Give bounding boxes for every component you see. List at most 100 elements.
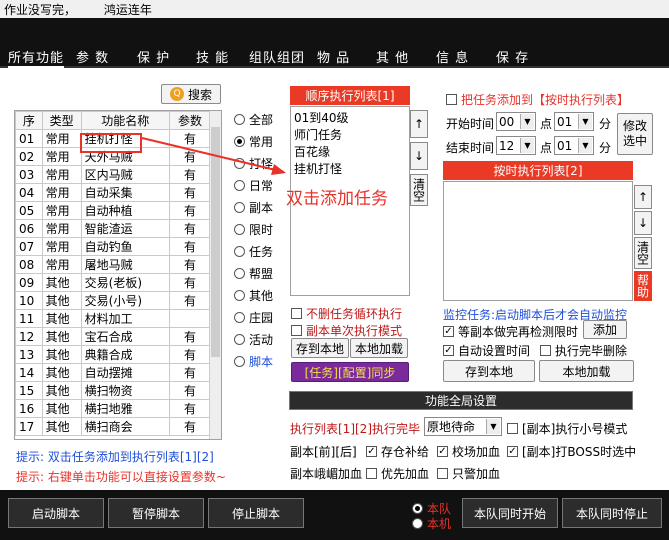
category-radio-5[interactable]: 限时 — [234, 221, 273, 238]
category-radio-9[interactable]: 庄园 — [234, 309, 273, 326]
row-param: 有 — [168, 273, 212, 292]
table-row[interactable]: 13 其他 典籍合成有 — [15, 345, 212, 364]
tab-params[interactable]: 参 数 — [76, 47, 109, 66]
seq-save-local-button[interactable]: 存到本地 — [291, 338, 349, 358]
pause-script-button[interactable]: 暂停脚本 — [108, 498, 204, 528]
table-row[interactable]: 15 其他 横扫物资有 — [15, 381, 212, 400]
list-item[interactable]: 师门任务 — [294, 127, 406, 144]
table-row[interactable]: 06 常用 智能渣运有 — [15, 219, 212, 238]
row-type: 常用 — [41, 183, 82, 202]
radio-label: 任务 — [249, 245, 274, 259]
tab-skills[interactable]: 技 能 — [196, 47, 229, 66]
school-heal-checkbox[interactable]: ✓ 校场加血 — [437, 443, 500, 460]
row-index: 11 — [15, 309, 43, 328]
row-param: 有 — [168, 381, 212, 400]
move-down-button[interactable]: ↓ — [410, 142, 428, 170]
end-point-label: 点 — [540, 141, 553, 155]
category-radio-7[interactable]: 帮盟 — [234, 265, 273, 282]
search-button[interactable]: Q 搜索 — [161, 84, 221, 104]
category-radio-11[interactable]: 脚本 — [234, 353, 273, 370]
row-index: 10 — [15, 291, 43, 310]
row-param — [168, 309, 212, 328]
table-row[interactable]: 14 其他 自动摆摊有 — [15, 363, 212, 382]
monitor-save-local-button[interactable]: 存到本地 — [443, 360, 535, 382]
sequence-list-title: 顺序执行列表[1] — [290, 86, 410, 105]
tab-save[interactable]: 保 存 — [496, 47, 529, 66]
row-type: 其他 — [41, 363, 82, 382]
timed-move-up-button[interactable]: ↑ — [634, 185, 652, 209]
end-hour-select[interactable]: 12 ▼ — [496, 136, 536, 155]
table-row[interactable]: 07 常用 自动钓鱼有 — [15, 237, 212, 256]
loop-checkbox[interactable]: 不删任务循环执行 — [291, 305, 402, 322]
category-radio-4[interactable]: 副本 — [234, 199, 273, 216]
annotation-text: 双击添加任务 — [286, 189, 388, 209]
monitor-load-local-button[interactable]: 本地加载 — [539, 360, 634, 382]
search-icon: Q — [169, 87, 184, 101]
category-radio-6[interactable]: 任务 — [234, 243, 273, 260]
row-name: 横扫地雅 — [80, 399, 170, 418]
seq-load-local-button[interactable]: 本地加载 — [350, 338, 408, 358]
boss-select-checkbox[interactable]: ✓ [副本]打BOSS时选中 — [507, 443, 636, 460]
radio-dot — [234, 334, 245, 345]
team-start-button[interactable]: 本队同时开始 — [462, 498, 558, 528]
auto-time-checkbox[interactable]: ✓ 自动设置时间 — [443, 342, 530, 359]
delete-done-checkbox[interactable]: 执行完毕删除 — [540, 342, 627, 359]
timed-move-down-button[interactable]: ↓ — [634, 211, 652, 235]
category-radio-0[interactable]: 全部 — [234, 111, 273, 128]
row-param: 有 — [168, 363, 212, 382]
list-item[interactable]: 百花缘 — [294, 144, 406, 161]
exec-done-select[interactable]: 原地待命 ▼ — [424, 417, 502, 436]
move-up-button[interactable]: ↑ — [410, 110, 428, 138]
tab-protect[interactable]: 保 护 — [137, 47, 170, 66]
row-index: 04 — [15, 183, 43, 202]
priority-heal-checkbox[interactable]: 优先加血 — [366, 465, 429, 482]
tab-all-functions[interactable]: 所有功能 — [8, 47, 65, 68]
team-stop-button[interactable]: 本队同时停止 — [562, 498, 662, 528]
storage-checkbox[interactable]: ✓ 存仓补给 — [366, 443, 429, 460]
sequence-clear-button[interactable]: 清空 — [410, 174, 428, 206]
row-type: 常用 — [41, 237, 82, 256]
tab-other[interactable]: 其 他 — [376, 47, 409, 66]
row-name: 交易(老板) — [80, 273, 170, 292]
tab-team[interactable]: 组队组团 — [249, 47, 305, 66]
window-title-bar: 作业没写完， 鸿运连年 — [0, 0, 669, 18]
monitor-add-button[interactable]: 添加 — [583, 320, 627, 339]
row-type: 常用 — [41, 255, 82, 274]
start-script-button[interactable]: 启动脚本 — [8, 498, 104, 528]
tab-info[interactable]: 信 息 — [436, 47, 469, 66]
table-row[interactable]: 05 常用 自动种植有 — [15, 201, 212, 220]
row-param: 有 — [168, 201, 212, 220]
start-min-select[interactable]: 01 ▼ — [554, 112, 594, 131]
small-mode-checkbox[interactable]: [副本]执行小号模式 — [507, 420, 627, 437]
table-row[interactable]: 09 其他 交易(老板) 有 — [15, 273, 212, 292]
list-item[interactable]: 挂机打怪 — [294, 161, 406, 178]
stop-script-button[interactable]: 停止脚本 — [208, 498, 304, 528]
end-min-select[interactable]: 01 ▼ — [554, 136, 594, 155]
only-warn-heal-checkbox[interactable]: 只警加血 — [437, 465, 500, 482]
row-name: 横扫物资 — [80, 381, 170, 400]
list-item[interactable]: 01到40级 — [294, 110, 406, 127]
modify-selected-button[interactable]: 修改选中 — [617, 113, 653, 155]
wait-dungeon-checkbox[interactable]: ✓ 等副本做完再检测限时 — [443, 323, 578, 340]
sync-button[interactable]: [任务][配置]同步 — [291, 362, 409, 382]
window-title-left: 作业没写完， — [4, 3, 77, 17]
dungeon-single-checkbox[interactable]: 副本单次执行模式 — [291, 322, 402, 339]
table-row[interactable]: 10 其他 交易(小号) 有 — [15, 291, 212, 310]
table-row[interactable]: 17 其他 横扫商会有 — [15, 417, 212, 436]
row-param: 有 — [168, 327, 212, 346]
radio-dot — [234, 290, 245, 301]
table-row[interactable]: 16 其他 横扫地雅有 — [15, 399, 212, 418]
category-radio-8[interactable]: 其他 — [234, 287, 273, 304]
help-button[interactable]: 帮助 — [634, 271, 652, 301]
add-to-timed-checkbox[interactable]: 把任务添加到【按时执行列表】 — [446, 91, 629, 108]
start-hour-select[interactable]: 00 ▼ — [496, 112, 536, 131]
table-row[interactable]: 12 其他 宝石合成有 — [15, 327, 212, 346]
table-row[interactable]: 08 常用 屠地马贼有 — [15, 255, 212, 274]
category-radio-10[interactable]: 活动 — [234, 331, 273, 348]
machine-radio[interactable]: 本机 — [412, 515, 451, 532]
tab-items[interactable]: 物 品 — [317, 47, 350, 66]
timed-clear-button[interactable]: 清空 — [634, 237, 652, 269]
timed-list[interactable] — [443, 181, 633, 301]
table-row[interactable]: 11 其他 材料加工 — [15, 309, 212, 328]
row-name: 宝石合成 — [80, 327, 170, 346]
